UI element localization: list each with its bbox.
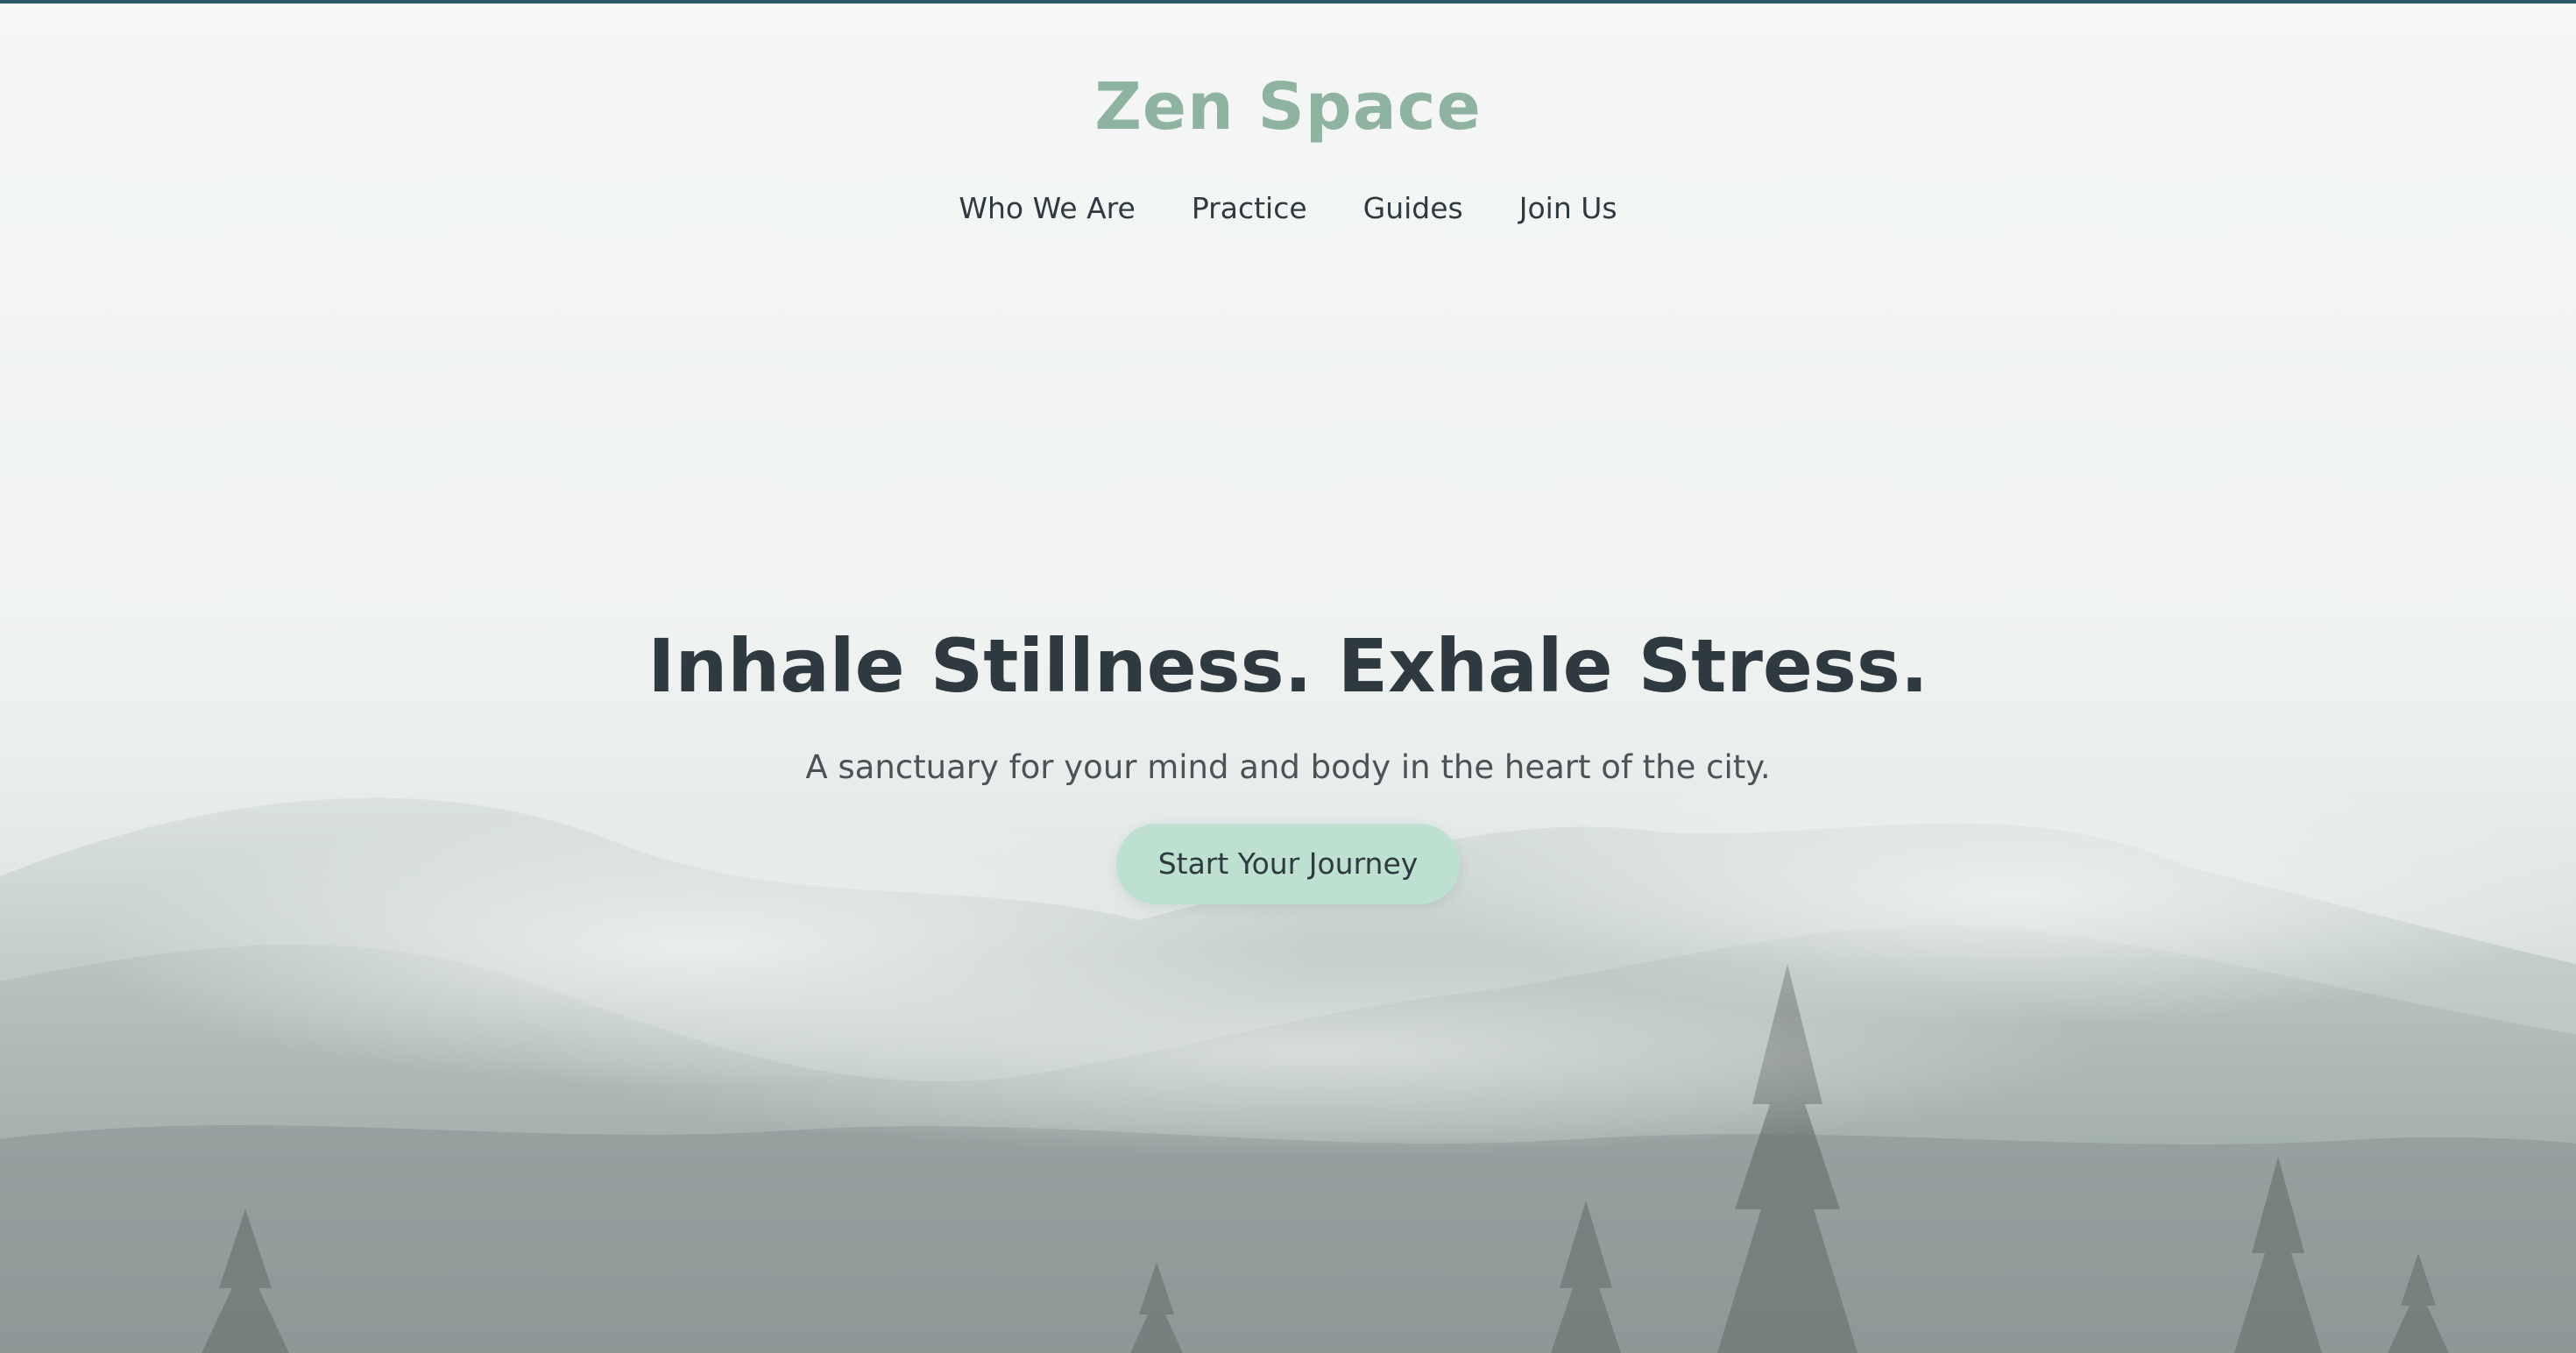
site-header: Zen Space Who We Are Practice Guides Joi…: [0, 0, 2576, 263]
nav-item: Guides: [1363, 184, 1463, 233]
nav-link-guides[interactable]: Guides: [1363, 184, 1463, 233]
brand-logo[interactable]: Zen Space: [0, 63, 2576, 151]
hero-subheadline: A sanctuary for your mind and body in th…: [805, 748, 1771, 786]
nav-item: Practice: [1192, 184, 1307, 233]
hero-headline: Inhale Stillness. Exhale Stress.: [648, 623, 1928, 709]
start-journey-button[interactable]: Start Your Journey: [1115, 824, 1461, 904]
top-accent-bar: [0, 0, 2576, 4]
nav-link-who-we-are[interactable]: Who We Are: [959, 184, 1135, 233]
nav-item: Who We Are: [959, 184, 1135, 233]
nav-link-join-us[interactable]: Join Us: [1519, 184, 1617, 233]
hero-section: Inhale Stillness. Exhale Stress. A sanct…: [0, 613, 2576, 904]
nav-link-practice[interactable]: Practice: [1192, 184, 1307, 233]
main-nav: Who We Are Practice Guides Join Us: [0, 184, 2576, 233]
nav-item: Join Us: [1519, 184, 1617, 233]
